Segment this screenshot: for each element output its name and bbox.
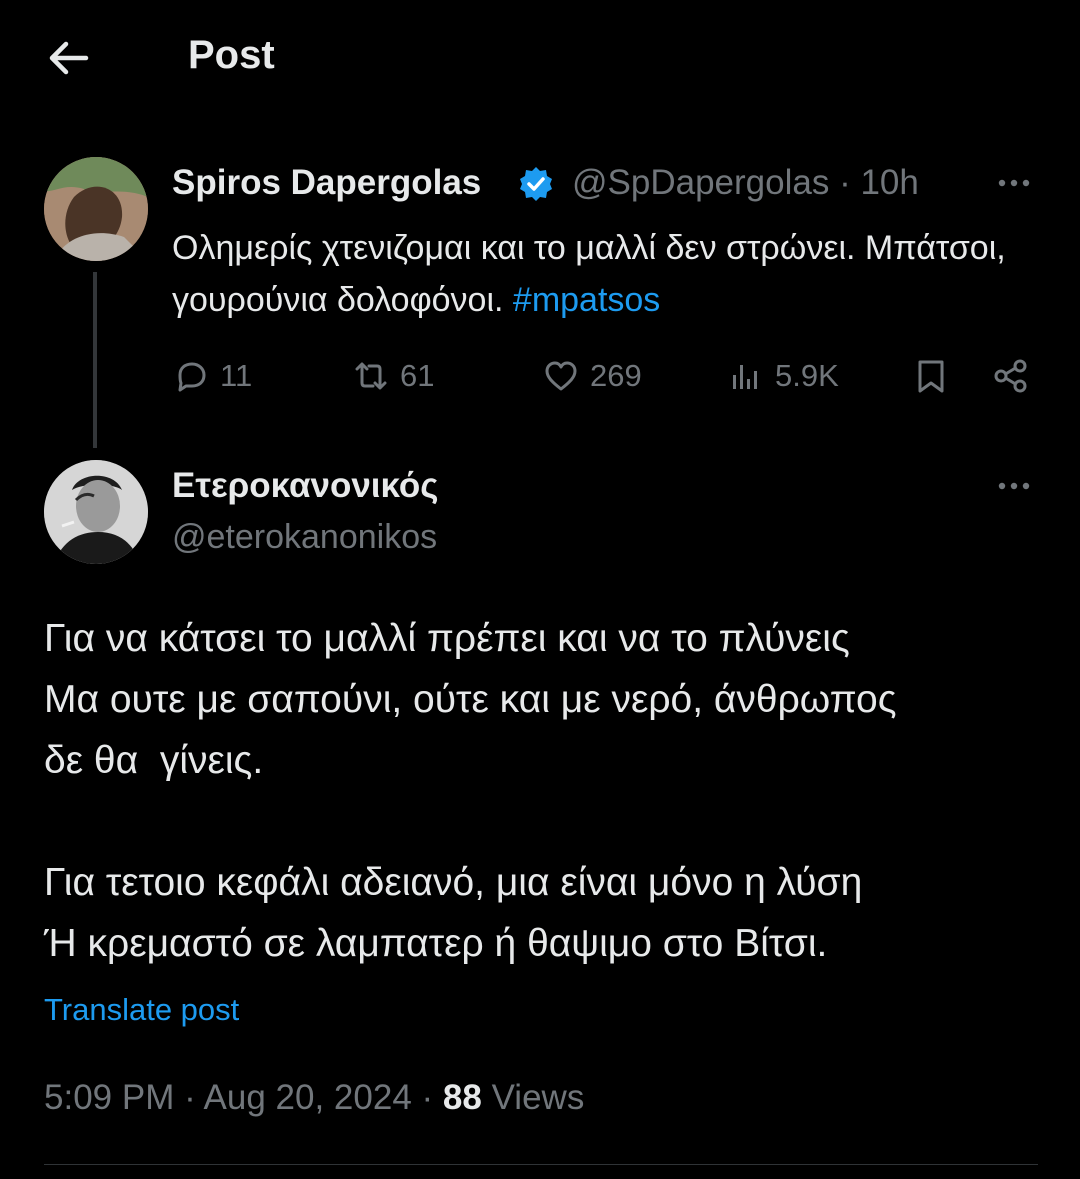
thread-connector-line xyxy=(93,272,97,448)
views-button[interactable]: 5.9K xyxy=(727,354,839,398)
bookmark-button[interactable] xyxy=(912,354,960,398)
like-count: 269 xyxy=(590,358,642,393)
more-horizontal-icon xyxy=(998,482,1030,490)
verified-badge-icon xyxy=(517,165,555,203)
reply-count: 11 xyxy=(220,358,253,393)
post-time[interactable]: 10h xyxy=(860,163,918,202)
arrow-left-icon xyxy=(49,41,89,75)
views-count: 5.9K xyxy=(775,358,839,393)
author-display-name[interactable]: Ετεροκανονικός xyxy=(172,466,438,506)
post-text: Ολημερίς χτενιζομαι και το μαλλί δεν στρ… xyxy=(172,222,1052,326)
avatar-spiros[interactable] xyxy=(44,157,148,261)
like-button[interactable]: 269 xyxy=(542,354,642,398)
more-options-button[interactable] xyxy=(994,168,1034,198)
comment-icon xyxy=(178,362,206,392)
avatar-image xyxy=(44,460,148,564)
repost-count: 61 xyxy=(400,358,435,393)
repost-icon xyxy=(355,362,387,390)
analytics-icon xyxy=(733,365,757,389)
author-handle[interactable]: @eterokanonikos xyxy=(172,518,437,557)
post-time[interactable]: 5:09 PM xyxy=(44,1078,174,1117)
meta-separator: · xyxy=(421,1078,434,1117)
bookmark-icon xyxy=(918,360,944,393)
page-title: Post xyxy=(188,33,275,77)
share-icon xyxy=(994,359,1027,393)
repost-button[interactable]: 61 xyxy=(352,354,434,398)
views-count: 88 xyxy=(442,1078,482,1117)
avatar-image xyxy=(44,157,148,261)
translate-post-link[interactable]: Translate post xyxy=(44,992,239,1028)
more-options-button[interactable] xyxy=(994,471,1034,501)
back-button[interactable] xyxy=(44,36,92,80)
avatar-eterokanonikos[interactable] xyxy=(44,460,148,564)
heart-icon xyxy=(545,361,577,391)
views-label: Views xyxy=(491,1078,585,1117)
meta-separator: · xyxy=(839,163,851,202)
author-handle[interactable]: @SpDapergolas xyxy=(572,163,829,202)
divider xyxy=(44,1164,1038,1165)
hashtag-link[interactable]: #mpatsos xyxy=(513,281,660,319)
post-meta: @SpDapergolas · 10h xyxy=(572,163,919,203)
post-date[interactable]: Aug 20, 2024 xyxy=(204,1078,412,1117)
post-body: Για να κάτσει το μαλλί πρέπει και να το … xyxy=(44,617,897,965)
share-button[interactable] xyxy=(992,354,1040,398)
post-footer-meta: 5:09 PM · Aug 20, 2024 · 88 Views xyxy=(44,1078,584,1118)
meta-separator: · xyxy=(184,1078,196,1117)
more-horizontal-icon xyxy=(998,179,1030,187)
author-display-name[interactable]: Spiros Dapergolas xyxy=(172,163,481,203)
reply-button[interactable]: 11 xyxy=(172,354,252,398)
